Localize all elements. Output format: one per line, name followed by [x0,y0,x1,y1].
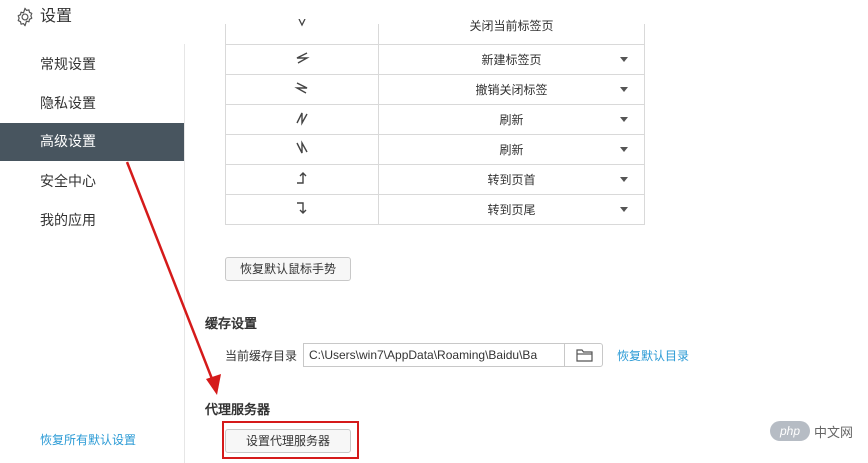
chevron-down-icon [620,117,628,122]
gesture-action-select[interactable]: 刷新 [378,104,645,135]
gesture-right-zigzag-icon [225,74,379,105]
gesture-action-label: 刷新 [499,143,524,157]
gesture-up-zigzag-icon [225,104,379,135]
watermark: php 中文网 [770,420,862,442]
sidebar: 常规设置 隐私设置 高级设置 安全中心 我的应用 恢复所有默认设置 [0,44,185,463]
restore-default-gestures-button[interactable]: 恢复默认鼠标手势 [225,257,351,281]
table-row: 关闭当前标签页 [225,18,645,45]
gesture-action-label: 新建标签页 [481,53,542,67]
table-row: 转到页尾 [225,194,645,225]
browse-folder-button[interactable] [564,343,603,367]
proxy-section-title: 代理服务器 [205,403,271,418]
sidebar-item-privacy[interactable]: 隐私设置 [0,85,184,123]
gesture-partial-icon [225,18,379,45]
annotation-highlight-box [222,421,359,459]
table-row: 刷新 [225,134,645,165]
gesture-action-select[interactable]: 转到页首 [378,164,645,195]
sidebar-item-security[interactable]: 安全中心 [0,163,184,201]
gesture-action-select[interactable]: 新建标签页 [378,44,645,75]
main-content: 关闭当前标签页 新建标签页 撤销关闭标签 刷新 刷新 转到页首 转到页尾 恢复默… [185,0,868,463]
gesture-action-label: 转到页尾 [487,203,536,217]
page-title: 设置 [40,6,73,25]
gear-icon [17,7,33,27]
restore-all-defaults-link[interactable]: 恢复所有默认设置 [40,431,136,448]
chevron-down-icon [620,207,628,212]
table-row: 撤销关闭标签 [225,74,645,105]
table-row: 转到页首 [225,164,645,195]
gesture-action-select[interactable]: 转到页尾 [378,194,645,225]
mouse-gesture-table: 关闭当前标签页 新建标签页 撤销关闭标签 刷新 刷新 转到页首 转到页尾 [225,18,645,225]
gesture-left-zigzag-icon [225,44,379,75]
sidebar-item-my-apps[interactable]: 我的应用 [0,202,184,240]
chevron-down-icon [620,87,628,92]
sidebar-item-general[interactable]: 常规设置 [0,46,184,84]
gesture-action-label: 关闭当前标签页 [469,18,554,33]
chevron-down-icon [620,177,628,182]
table-row: 新建标签页 [225,44,645,75]
chevron-down-icon [620,147,628,152]
sidebar-item-advanced[interactable]: 高级设置 [0,123,184,161]
gesture-action-label: 转到页首 [487,173,536,187]
cache-dir-input[interactable] [303,343,565,367]
gesture-action-label: 撤销关闭标签 [475,83,548,97]
gesture-action-select[interactable]: 撤销关闭标签 [378,74,645,105]
cache-section-title: 缓存设置 [205,317,258,332]
restore-default-dir-link[interactable]: 恢复默认目录 [617,347,689,364]
watermark-text: 中文网 [814,426,854,441]
gesture-action-select[interactable]: 刷新 [378,134,645,165]
table-row: 刷新 [225,104,645,135]
cache-dir-label: 当前缓存目录 [225,349,298,363]
gesture-turn-up-icon [225,164,379,195]
gesture-action-label: 刷新 [499,113,524,127]
php-logo: php [770,421,810,441]
folder-icon [576,349,593,362]
gesture-turn-down-icon [225,194,379,225]
gesture-action-select[interactable]: 关闭当前标签页 [378,19,645,45]
gesture-down-zigzag-icon [225,134,379,165]
chevron-down-icon [620,57,628,62]
